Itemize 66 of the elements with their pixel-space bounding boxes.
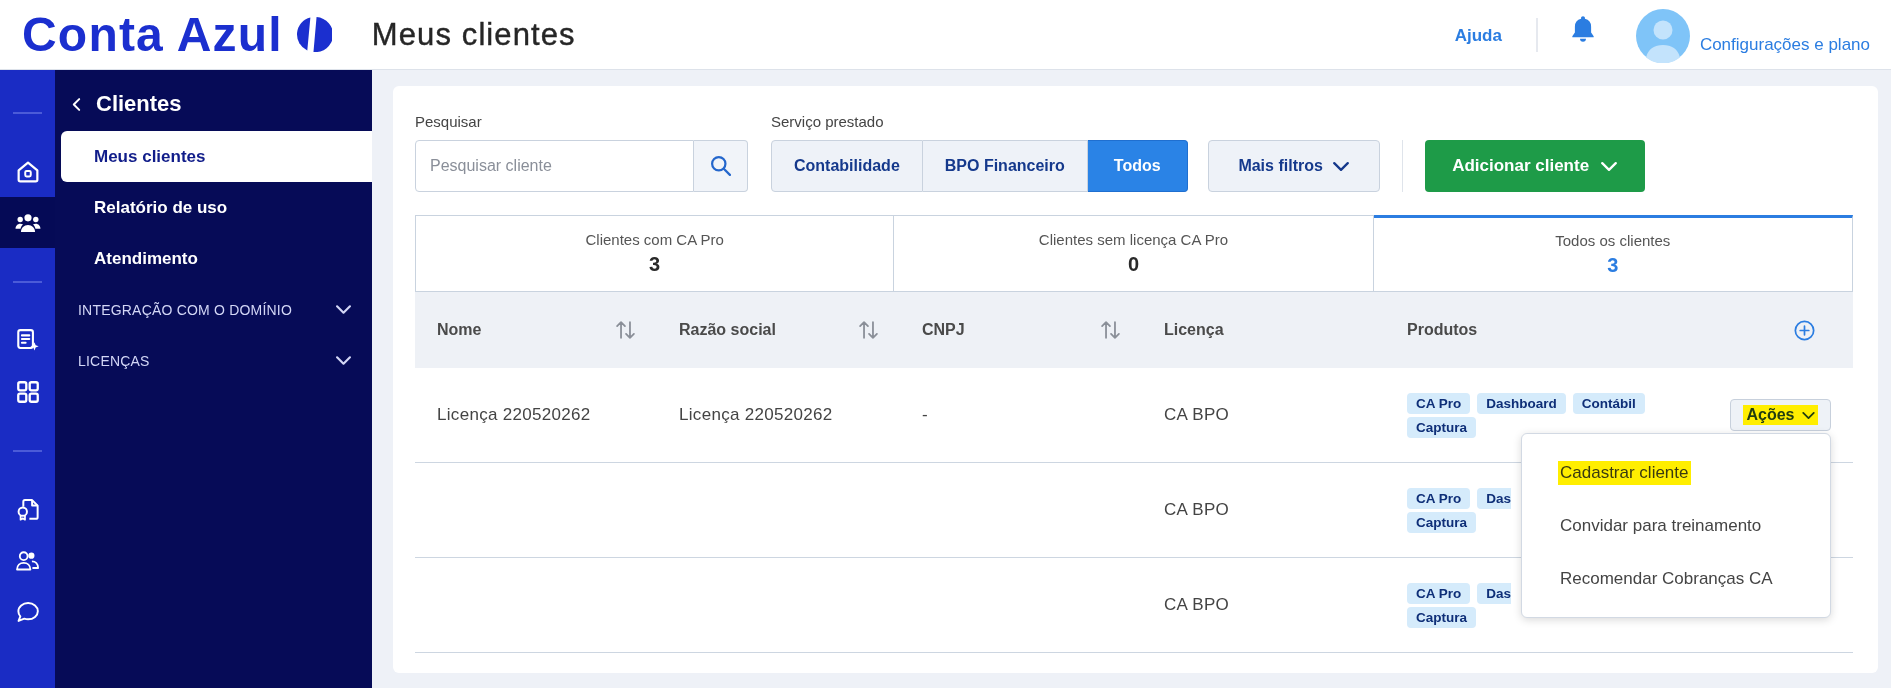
sidebar-item[interactable]: Atendimento (61, 233, 372, 284)
account-link[interactable]: Configurações e plano (1699, 35, 1870, 55)
filter-segment[interactable]: Todos (1087, 140, 1188, 192)
menu-item[interactable]: Convidar para treinamento (1522, 499, 1830, 552)
sidebar-section[interactable]: INTEGRAÇÃO COM O DOMÍNIO (55, 284, 372, 335)
table-cell: CA BPO (1164, 500, 1230, 520)
table-cell: CA BPO (1164, 405, 1230, 425)
chevron-down-icon (1801, 411, 1815, 419)
sidebar-item[interactable]: Relatório de uso (61, 182, 372, 233)
product-tag: CA Pro (1407, 487, 1471, 509)
bell-icon[interactable] (1571, 15, 1594, 42)
search-icon (710, 156, 731, 176)
grid-icon (16, 380, 39, 403)
chevron-down-icon (1332, 161, 1349, 171)
sidebar-item[interactable]: Meus clientes (61, 131, 372, 182)
table-cell: Licença 220520262 (679, 405, 833, 425)
product-tag: CA Pro (1407, 582, 1471, 604)
document-star-icon (16, 329, 39, 352)
sort-icon[interactable] (616, 321, 635, 339)
search-button[interactable] (694, 140, 748, 192)
summary-tab[interactable]: Todos os clientes 3 (1373, 215, 1853, 292)
chat-icon (16, 601, 39, 622)
chevron-down-icon (1601, 161, 1618, 171)
help-link[interactable]: Ajuda (1454, 25, 1502, 46)
sort-icon[interactable] (1101, 321, 1120, 339)
add-client-button[interactable]: Adicionar cliente (1424, 140, 1645, 192)
table-cell: Licença 220520262 (437, 405, 591, 425)
field-label: Serviço prestado (771, 112, 884, 132)
sidebar-title: Clientes (96, 91, 182, 117)
filter-segment[interactable]: Contabilidade (771, 140, 923, 192)
summary-tab[interactable]: Clientes com CA Pro 3 (415, 215, 895, 292)
logo-text: Conta Azul (22, 8, 283, 61)
field-label: Pesquisar (415, 112, 482, 132)
filter-segment[interactable]: BPO Financeiro (922, 140, 1088, 192)
column-header: Licença (1164, 321, 1224, 339)
people-group-icon (14, 212, 41, 233)
certificate-icon (16, 498, 39, 521)
plus-circle-icon[interactable] (1794, 319, 1815, 341)
actions-button[interactable]: Ações (1730, 399, 1831, 431)
column-header: CNPJ (922, 321, 965, 339)
menu-item[interactable]: Recomendar Cobranças CA (1522, 552, 1830, 605)
chevron-left-icon[interactable] (72, 96, 81, 112)
rail-nav-button[interactable] (0, 197, 55, 248)
column-header: Produtos (1407, 321, 1478, 339)
users-icon (16, 550, 39, 571)
product-tag: Captura (1407, 511, 1476, 533)
sidebar-section[interactable]: LICENÇAS (55, 335, 372, 386)
product-tag: Captura (1407, 416, 1476, 438)
more-filters-button[interactable]: Mais filtros (1207, 140, 1380, 192)
logo-icon (296, 17, 332, 52)
menu-item[interactable]: Cadastrar cliente (1522, 446, 1830, 499)
product-tag: CA Pro (1407, 392, 1471, 414)
search-field[interactable]: Pesquisar cliente (415, 140, 694, 192)
sort-icon[interactable] (859, 321, 878, 339)
product-tag: Dashboard (1477, 392, 1566, 414)
column-header: Razão social (679, 321, 776, 339)
page-title: Meus clientes (371, 15, 576, 54)
column-header: Nome (437, 321, 482, 339)
product-tag: Das (1477, 582, 1512, 604)
product-tag: Das (1477, 487, 1512, 509)
summary-tab[interactable]: Clientes sem licença CA Pro 0 (894, 215, 1374, 292)
product-tag: Captura (1407, 606, 1476, 628)
table-cell: - (922, 405, 928, 425)
home-icon (16, 160, 39, 183)
table-cell: CA BPO (1164, 595, 1230, 615)
product-tag: Contábil (1572, 392, 1645, 414)
